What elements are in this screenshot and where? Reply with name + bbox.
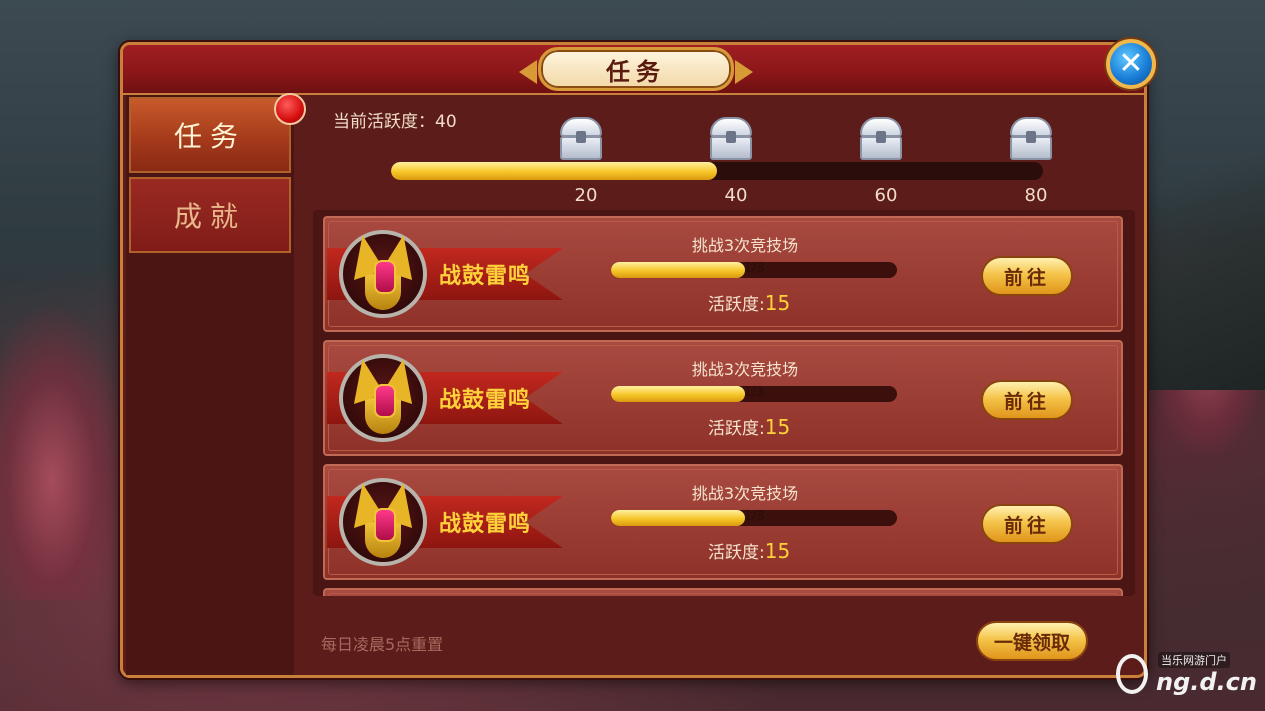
task-points-value: 15: [764, 291, 791, 315]
watermark-big: ng.d.cn: [1156, 668, 1257, 696]
watermark-logo-icon: [1116, 654, 1148, 694]
task-progress-text: 1/3: [743, 510, 765, 524]
sidebar: 任务 成就: [126, 93, 306, 675]
task-row: 战鼓雷鸣 挑战3次竞技场 1/3 活跃度:15 前往: [323, 340, 1123, 456]
winged-shield-icon: [339, 478, 427, 566]
task-points-label: 活跃度:: [708, 543, 765, 563]
close-button[interactable]: ✕: [1106, 39, 1156, 89]
task-name: 战鼓雷鸣: [439, 388, 532, 413]
task-progress-bar: 1/3: [611, 262, 897, 278]
milestone-label: 40: [724, 185, 748, 206]
task-description: 挑战3次竞技场: [691, 360, 799, 379]
task-progress-text: 1/3: [743, 262, 765, 276]
task-points-value: 15: [764, 539, 791, 563]
milestone-label: 20: [574, 185, 598, 206]
panel-title: 任务: [606, 57, 666, 86]
activity-progress-fill: [391, 162, 717, 180]
task-row-partial: [323, 588, 1123, 596]
activity-progress-bar: [391, 162, 1043, 180]
task-progress-bar: 1/3: [611, 386, 897, 402]
milestone-label: 60: [874, 185, 898, 206]
close-icon: ✕: [1118, 46, 1144, 81]
task-description: 挑战3次竞技场: [691, 484, 799, 503]
treasure-chest-icon[interactable]: [708, 117, 754, 161]
claim-all-button[interactable]: 一键领取: [976, 621, 1088, 661]
treasure-chest-icon[interactable]: [1008, 117, 1054, 161]
task-name: 战鼓雷鸣: [439, 264, 532, 289]
background-blossom-left: [0, 300, 130, 600]
go-button[interactable]: 前往: [981, 380, 1073, 420]
background-mountain: [1140, 90, 1265, 390]
task-points-label: 活跃度:: [708, 295, 765, 315]
task-points: 活跃度:15: [708, 290, 790, 315]
go-button[interactable]: 前往: [981, 504, 1073, 544]
task-row: 战鼓雷鸣 挑战3次竞技场 1/3 活跃度:15 前往: [323, 216, 1123, 332]
panel-header: 任务: [123, 45, 1144, 95]
winged-shield-icon: [339, 230, 427, 318]
task-progress-text: 1/3: [743, 386, 765, 400]
watermark: 当乐网游门户 ng.d.cn: [1112, 646, 1262, 706]
task-description: 挑战3次竞技场: [691, 236, 799, 255]
treasure-chest-icon[interactable]: [858, 117, 904, 161]
task-points: 活跃度:15: [708, 538, 790, 563]
winged-shield-icon: [339, 354, 427, 442]
title-plate: 任务: [519, 47, 753, 91]
tab-achievement[interactable]: 成就: [129, 177, 291, 253]
treasure-chest-icon[interactable]: [558, 117, 604, 161]
task-list[interactable]: 战鼓雷鸣 挑战3次竞技场 1/3 活跃度:15 前往 战鼓雷鸣 挑战3次竞技场 …: [313, 210, 1135, 596]
current-activity-label: 当前活跃度：40: [333, 112, 457, 132]
task-name: 战鼓雷鸣: [439, 512, 532, 537]
task-points: 活跃度:15: [708, 414, 790, 439]
task-row: 战鼓雷鸣 挑战3次竞技场 1/3 活跃度:15 前往: [323, 464, 1123, 580]
milestone-label: 80: [1024, 185, 1048, 206]
task-points-value: 15: [764, 415, 791, 439]
notification-dot-icon: [274, 93, 306, 125]
task-panel: 任务 ✕ 任务 成就 当前活跃度：40 20 40 60 80 战鼓雷鸣 挑战3…: [120, 39, 1156, 678]
tab-task[interactable]: 任务: [129, 97, 291, 173]
task-points-label: 活跃度:: [708, 419, 765, 439]
go-button[interactable]: 前往: [981, 256, 1073, 296]
task-progress-bar: 1/3: [611, 510, 897, 526]
watermark-small: 当乐网游门户: [1158, 652, 1230, 668]
reset-note: 每日凌晨5点重置: [321, 635, 444, 654]
